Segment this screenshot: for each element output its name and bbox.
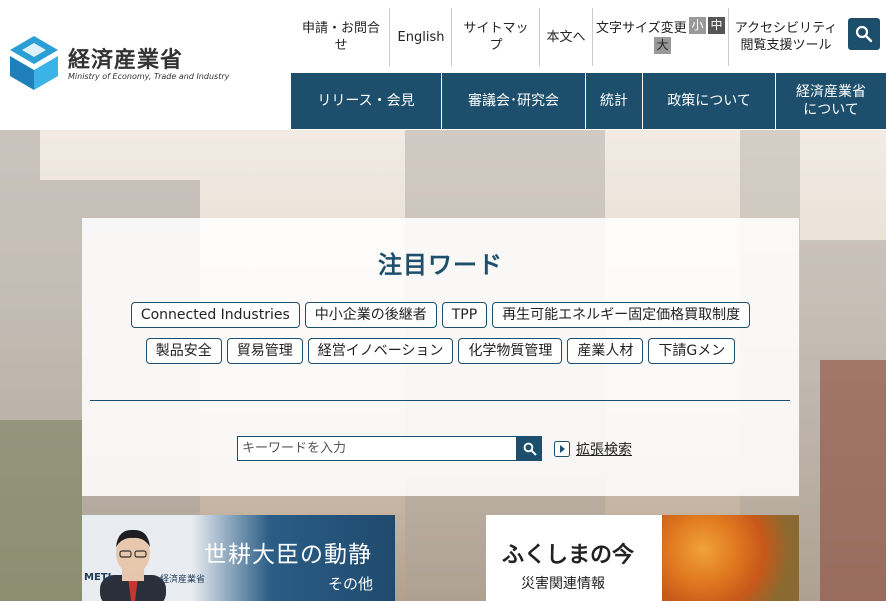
banner-org-label: 経済産業省 bbox=[160, 575, 206, 585]
divider bbox=[592, 8, 593, 66]
panel-divider bbox=[90, 400, 790, 401]
font-size-large-button[interactable]: 大 bbox=[654, 37, 671, 54]
keyword-tag[interactable]: Connected Industries bbox=[130, 302, 300, 328]
advanced-search-link[interactable]: 拡張検索 bbox=[554, 439, 632, 459]
accessibility-link[interactable]: アクセシビリティ閲覧支援ツール bbox=[734, 8, 838, 66]
meti-logo[interactable]: 経済産業省 Ministry of Economy, Trade and Ind… bbox=[10, 36, 229, 92]
background-building bbox=[820, 360, 886, 601]
nav-item-statistics[interactable]: 統計 bbox=[586, 73, 643, 129]
hero-background: 注目ワード Connected Industries 中小企業の後継者 TPP … bbox=[0, 130, 886, 601]
keyword-search-input[interactable] bbox=[237, 436, 517, 461]
keyword-tag[interactable]: 産業人材 bbox=[567, 338, 644, 364]
font-size-control: 文字サイズ変更 小 中 大 bbox=[596, 12, 728, 62]
keyword-tag-row: 製品安全 貿易管理 経営イノベーション 化学物質管理 産業人材 下請Gメン bbox=[82, 338, 799, 364]
minister-photo bbox=[100, 529, 166, 601]
banner-title: 世耕大臣の動静 bbox=[204, 542, 372, 568]
font-size-label: 文字サイズ変更 bbox=[596, 21, 687, 36]
contact-link[interactable]: 申請・お問合せ bbox=[300, 8, 382, 66]
keyword-tag[interactable]: 製品安全 bbox=[145, 338, 222, 364]
logo-title: 経済産業省 bbox=[68, 48, 184, 73]
divider bbox=[389, 8, 390, 66]
header-search-button[interactable] bbox=[848, 18, 880, 50]
global-nav: リリース・会見 審議会･研究会 統計 政策について 経済産業省について bbox=[291, 73, 886, 129]
font-size-small-button[interactable]: 小 bbox=[689, 17, 706, 34]
keyword-tag[interactable]: 貿易管理 bbox=[226, 338, 303, 364]
english-link[interactable]: English bbox=[392, 8, 450, 66]
search-icon bbox=[855, 25, 873, 43]
advanced-search-label: 拡張検索 bbox=[576, 442, 632, 458]
nav-item-policy[interactable]: 政策について bbox=[643, 73, 776, 129]
keyword-tag[interactable]: 化学物質管理 bbox=[458, 338, 563, 364]
keyword-tag[interactable]: 経営イノベーション bbox=[307, 338, 454, 364]
meti-logo-icon bbox=[10, 36, 58, 90]
fukushima-banner[interactable]: ふくしまの今 災害関連情報 bbox=[486, 515, 799, 601]
nav-item-council[interactable]: 審議会･研究会 bbox=[442, 73, 586, 129]
keyword-tag[interactable]: 下請Gメン bbox=[648, 338, 736, 364]
divider bbox=[539, 8, 540, 66]
skip-to-content-link[interactable]: 本文へ bbox=[546, 8, 586, 66]
nav-item-about[interactable]: 経済産業省について bbox=[776, 73, 886, 129]
nav-item-release[interactable]: リリース・会見 bbox=[291, 73, 442, 129]
divider bbox=[728, 8, 729, 66]
keyword-tag[interactable]: 中小企業の後継者 bbox=[304, 302, 437, 328]
keyword-title: 注目ワード bbox=[378, 251, 503, 279]
keyword-panel: 注目ワード Connected Industries 中小企業の後継者 TPP … bbox=[82, 218, 799, 496]
site-header: 経済産業省 Ministry of Economy, Trade and Ind… bbox=[0, 0, 886, 130]
keyword-tag[interactable]: TPP bbox=[441, 302, 488, 328]
divider bbox=[451, 8, 452, 66]
minister-activities-banner[interactable]: METI 経済産業省 世耕大臣の動静 その他 bbox=[82, 515, 395, 601]
logo-subtitle: Ministry of Economy, Trade and Industry bbox=[68, 72, 230, 81]
font-size-medium-button[interactable]: 中 bbox=[708, 17, 725, 34]
banner-subtitle: その他 bbox=[328, 575, 374, 593]
keyword-tag-row: Connected Industries 中小企業の後継者 TPP 再生可能エネ… bbox=[82, 302, 799, 328]
play-arrow-icon bbox=[554, 441, 570, 457]
keyword-search-button[interactable] bbox=[517, 436, 542, 461]
banner-title: ふくしまの今 bbox=[502, 543, 635, 568]
sitemap-link[interactable]: サイトマップ bbox=[458, 8, 534, 66]
keyword-tag[interactable]: 再生可能エネルギー固定価格買取制度 bbox=[492, 302, 751, 328]
autumn-leaves-photo bbox=[662, 515, 799, 601]
meti-label: METI bbox=[84, 572, 112, 583]
banner-subtitle: 災害関連情報 bbox=[521, 576, 605, 592]
background-trees bbox=[0, 420, 82, 601]
search-icon bbox=[523, 442, 536, 455]
